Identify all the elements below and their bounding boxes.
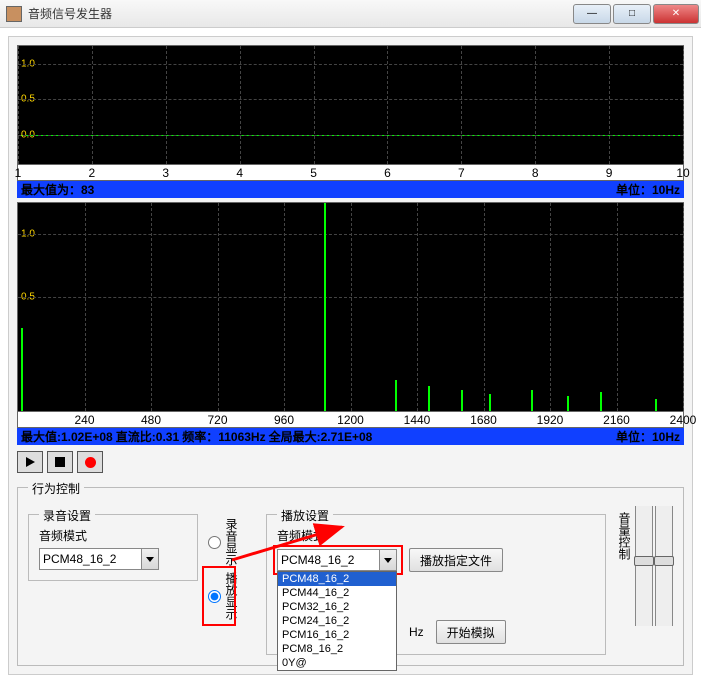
play-mode-option[interactable]: PCM32_16_2 <box>278 600 396 614</box>
start-sim-button[interactable]: 开始模拟 <box>436 620 506 644</box>
play-settings-group: 播放设置 音频模式 PCM48_16_2 PCM48_16_2PCM44_16_… <box>266 514 606 655</box>
play-mode-dropdown: PCM48_16_2PCM44_16_2PCM32_16_2PCM24_16_2… <box>277 571 397 671</box>
status-dc: 直流比:0.31 <box>116 428 179 445</box>
status-bar-top: 最大值为：83 单位：10Hz <box>17 181 684 198</box>
spectrum-plot-bottom: 1.00.5 <box>17 202 684 412</box>
behavior-legend: 行为控制 <box>28 480 84 497</box>
radio-record-input[interactable] <box>208 536 221 549</box>
display-mode-radios: 录音显示 播放显示 <box>208 500 256 620</box>
play-file-button[interactable]: 播放指定文件 <box>409 548 503 572</box>
status-gmax: 全局最大:2.71E+08 <box>269 428 373 445</box>
status-unit: 单位：10Hz <box>616 181 680 198</box>
stop-button[interactable] <box>47 451 73 473</box>
status-max: 最大值为：83 <box>21 181 94 198</box>
volume-slider-left[interactable] <box>635 506 653 626</box>
play-button[interactable] <box>17 451 43 473</box>
play-mode-option[interactable]: PCM48_16_2 <box>278 572 396 586</box>
record-mode-value: PCM48_16_2 <box>43 552 116 566</box>
play-mode-option[interactable]: PCM24_16_2 <box>278 614 396 628</box>
radio-play-display[interactable]: 播放显示 <box>208 572 240 620</box>
status-freq: 频率：11063Hz <box>182 428 265 445</box>
play-mode-option[interactable]: PCM44_16_2 <box>278 586 396 600</box>
status-bar-bottom: 最大值:1.02E+08 直流比:0.31 频率：11063Hz 全局最大:2.… <box>17 428 684 445</box>
play-mode-dropdown-button[interactable] <box>379 549 397 571</box>
window-title: 音频信号发生器 <box>28 5 573 22</box>
play-legend: 播放设置 <box>277 507 333 524</box>
volume-group: 音量控制 <box>616 500 673 626</box>
close-button[interactable]: ✕ <box>653 4 699 24</box>
hz-label: Hz <box>409 625 424 639</box>
app-icon <box>6 6 22 22</box>
record-settings-group: 录音设置 音频模式 PCM48_16_2 <box>28 514 198 581</box>
play-mode-value: PCM48_16_2 <box>281 553 354 567</box>
record-mode-dropdown-button[interactable] <box>141 548 159 570</box>
behavior-group: 行为控制 录音设置 音频模式 PCM48_16_2 <box>17 487 684 666</box>
play-mode-option[interactable]: 0Y@ <box>278 656 396 670</box>
play-icon <box>26 457 35 467</box>
maximize-button[interactable]: □ <box>613 4 651 24</box>
x-axis-bottom: 240480720960120014401680192021602400 <box>17 412 684 428</box>
waveform-plot-top: 1.00.50.0 <box>17 45 684 165</box>
play-mode-option[interactable]: PCM16_16_2 <box>278 628 396 642</box>
radio-record-display[interactable]: 录音显示 <box>208 518 240 566</box>
volume-slider-right[interactable] <box>655 506 673 626</box>
x-axis-top: 12345678910 <box>17 165 684 181</box>
main-panel: 1.00.50.0 12345678910 最大值为：83 单位：10Hz 1.… <box>8 36 693 675</box>
stop-icon <box>55 457 65 467</box>
title-bar: 音频信号发生器 — □ ✕ <box>0 0 701 28</box>
record-icon <box>85 457 96 468</box>
minimize-button[interactable]: — <box>573 4 611 24</box>
play-mode-option[interactable]: PCM8_16_2 <box>278 642 396 656</box>
play-mode-label: 音频模式 <box>277 527 595 544</box>
record-mode-label: 音频模式 <box>39 527 187 544</box>
transport-controls <box>17 451 684 473</box>
record-legend: 录音设置 <box>39 507 95 524</box>
status-max2: 最大值:1.02E+08 <box>21 428 113 445</box>
record-button[interactable] <box>77 451 103 473</box>
volume-label: 音量控制 <box>616 506 633 560</box>
status-unit2: 单位：10Hz <box>616 428 680 445</box>
radio-play-input[interactable] <box>208 590 221 603</box>
